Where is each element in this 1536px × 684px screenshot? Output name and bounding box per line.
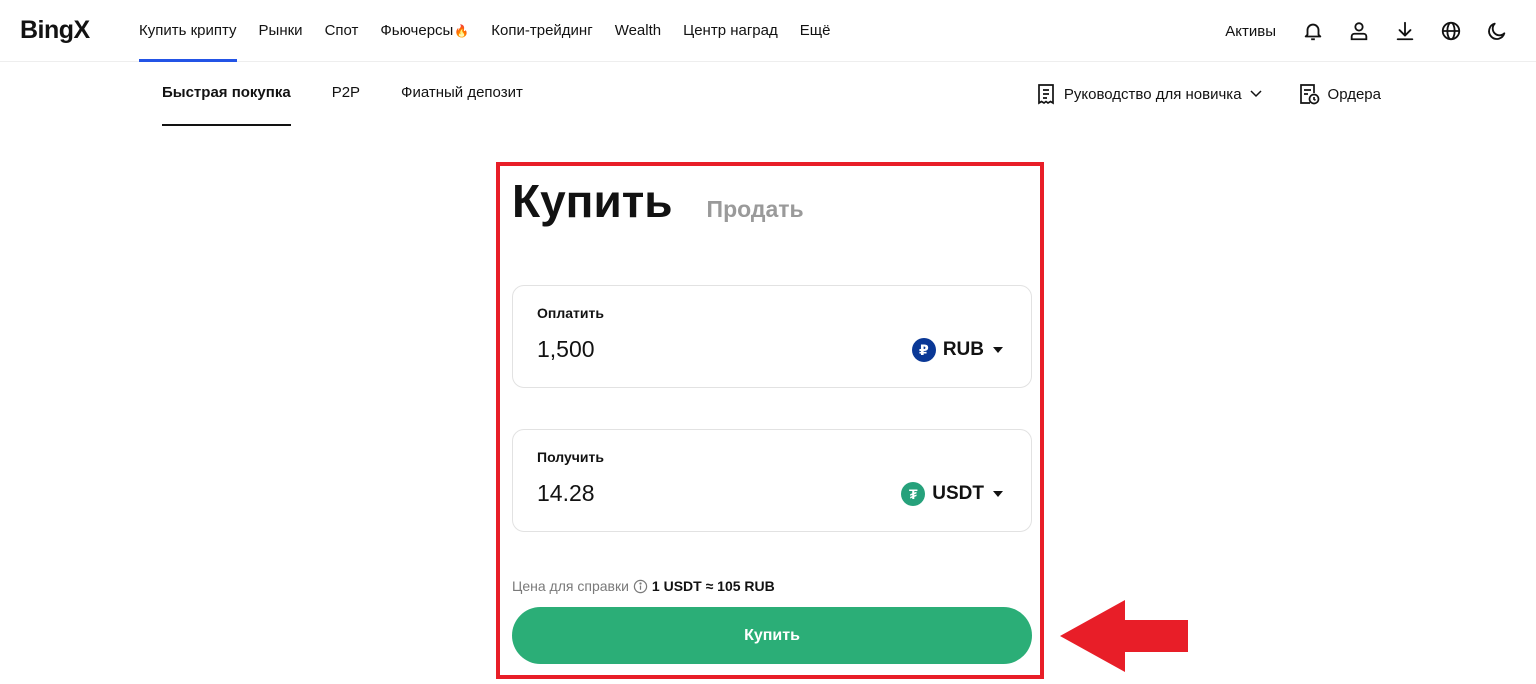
tab-sell[interactable]: Продать <box>707 196 804 223</box>
tether-icon: ₮ <box>901 482 926 506</box>
orders-label: Ордера <box>1327 85 1381 103</box>
bell-icon[interactable] <box>1290 0 1336 62</box>
reference-price: Цена для справки 1 USDT ≈ 105 RUB <box>512 578 775 594</box>
pay-amount-box: Оплатить 1,500 ₽ RUB <box>512 285 1032 388</box>
globe-icon[interactable] <box>1428 0 1474 62</box>
top-navigation: BingX Купить крипту Рынки Спот Фьючерсы🔥… <box>0 0 1536 62</box>
reference-price-label: Цена для справки <box>512 578 629 594</box>
fire-icon: 🔥 <box>454 24 470 38</box>
tab-buy[interactable]: Купить <box>512 174 673 228</box>
caret-down-icon <box>993 347 1003 353</box>
trade-mode-tabs: Купить Продать <box>512 174 804 228</box>
nav-copy-trading[interactable]: Копи-трейдинг <box>480 0 603 62</box>
caret-down-icon <box>993 491 1003 497</box>
buy-method-tabs: Быстрая покупка P2P Фиатный депозит <box>162 62 564 126</box>
receive-amount-input[interactable]: 14.28 <box>537 480 595 507</box>
logo-text: BingX <box>20 16 90 44</box>
pay-currency-select[interactable]: ₽ RUB <box>911 338 1003 362</box>
orders-link[interactable]: Ордера <box>1298 83 1381 105</box>
pay-label: Оплатить <box>537 305 604 321</box>
beginner-guide-dropdown[interactable]: Руководство для новичка <box>1036 83 1262 105</box>
sub-actions: Руководство для новичка Ордера <box>1036 62 1381 126</box>
nav-markets[interactable]: Рынки <box>248 0 314 62</box>
assets-link[interactable]: Активы <box>1225 23 1276 40</box>
highlight-frame <box>496 162 1044 679</box>
guide-document-icon <box>1038 84 1054 105</box>
red-arrow-icon <box>1060 600 1188 672</box>
receive-currency-code: USDT <box>932 483 984 504</box>
bingx-logo[interactable]: BingX <box>20 16 90 45</box>
nav-more[interactable]: Ещё <box>789 0 842 62</box>
info-icon[interactable] <box>633 579 648 594</box>
tab-quick-buy[interactable]: Быстрая покупка <box>162 62 291 126</box>
reference-rate: 1 USDT ≈ 105 RUB <box>651 578 775 594</box>
receive-amount-box: Получить 14.28 ₮ USDT <box>512 429 1032 532</box>
buy-button[interactable]: Купить <box>512 607 1032 664</box>
pay-currency-code: RUB <box>942 339 984 360</box>
tab-p2p[interactable]: P2P <box>332 62 360 126</box>
chevron-down-icon <box>1250 90 1262 98</box>
nav-actions: Активы <box>1225 0 1520 62</box>
receive-currency-select[interactable]: ₮ USDT <box>901 482 1003 506</box>
beginner-guide-label: Руководство для новичка <box>1063 85 1242 103</box>
download-icon[interactable] <box>1382 0 1428 62</box>
nav-futures-label: Фьючерсы <box>380 22 454 39</box>
nav-spot[interactable]: Спот <box>314 0 370 62</box>
pay-amount-input[interactable]: 1,500 <box>537 336 595 363</box>
nav-futures[interactable]: Фьючерсы🔥 <box>369 0 480 62</box>
receive-label: Получить <box>537 449 604 465</box>
user-icon[interactable] <box>1336 0 1382 62</box>
nav-buy-crypto[interactable]: Купить крипту <box>128 0 248 62</box>
main-menu: Купить крипту Рынки Спот Фьючерсы🔥 Копи-… <box>128 0 841 62</box>
tab-fiat-deposit[interactable]: Фиатный депозит <box>401 62 523 126</box>
ruble-icon: ₽ <box>911 338 936 362</box>
nav-wealth[interactable]: Wealth <box>604 0 672 62</box>
nav-rewards-center[interactable]: Центр наград <box>672 0 789 62</box>
sub-navigation: Быстрая покупка P2P Фиатный депозит Руко… <box>0 62 1536 126</box>
moon-icon[interactable] <box>1474 0 1520 62</box>
orders-clock-icon <box>1299 84 1319 105</box>
